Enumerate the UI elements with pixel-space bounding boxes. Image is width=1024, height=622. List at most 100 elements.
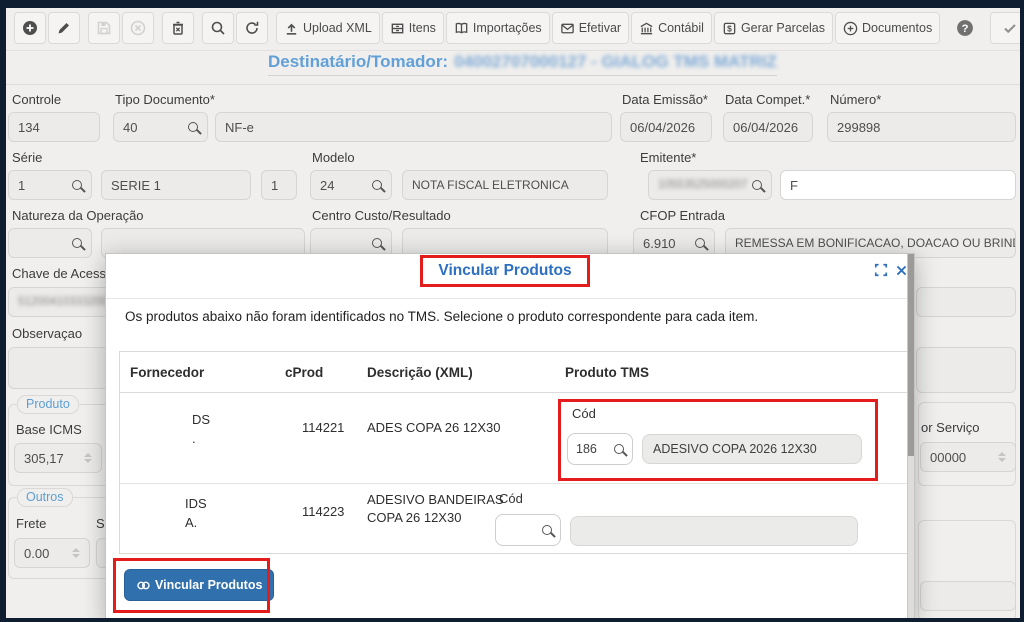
tipo-documento-label: Tipo Documento* <box>115 92 215 107</box>
expand-button[interactable] <box>872 261 890 279</box>
right-partial-field-2[interactable] <box>916 347 1016 393</box>
window-frame-bottom <box>0 618 1024 622</box>
stepper-icon[interactable] <box>72 548 80 558</box>
col-header-produto-tms: Produto TMS <box>565 365 649 380</box>
pencil-icon <box>56 20 72 36</box>
controle-field[interactable]: 134 <box>8 112 100 142</box>
delete-button[interactable] <box>162 12 194 44</box>
stepper-icon[interactable] <box>84 453 92 463</box>
col-header-cprod: cProd <box>285 365 323 380</box>
vincular-produtos-button[interactable]: Vincular Produtos <box>124 569 274 601</box>
data-emissao-label: Data Emissão* <box>622 92 708 107</box>
serie-label: Série <box>12 150 42 165</box>
tipo-documento-desc-field[interactable]: NF-e <box>215 112 612 142</box>
importacoes-button[interactable]: Importações <box>446 12 550 44</box>
save-button[interactable] <box>88 12 120 44</box>
search-icon[interactable] <box>752 180 762 190</box>
efetivar-button[interactable]: Efetivar <box>552 12 629 44</box>
documentos-button[interactable]: Documentos <box>835 12 940 44</box>
confirm-button[interactable] <box>990 12 1024 44</box>
serie-desc-field[interactable]: SERIE 1 <box>101 170 251 200</box>
data-compet-field[interactable]: 06/04/2026 <box>723 112 813 142</box>
right-partial-field-3[interactable] <box>920 581 1016 611</box>
chave-acesso-field[interactable]: 51200410333200 <box>8 287 116 317</box>
cfop-label: CFOP Entrada <box>640 208 725 223</box>
checkmark-icon <box>1002 20 1018 36</box>
data-emissao-field[interactable]: 06/04/2026 <box>620 112 712 142</box>
data-compet-label: Data Compet.* <box>725 92 810 107</box>
table-row-divider <box>120 483 908 484</box>
emitente-code-field[interactable]: 10553525000207 <box>648 170 772 200</box>
plus-circle-icon <box>22 20 38 36</box>
base-icms-field[interactable]: 305,17 <box>14 443 102 473</box>
scrollbar-thumb[interactable] <box>908 254 914 456</box>
plus-outline-icon <box>843 21 858 36</box>
modelo-code: 24 <box>320 178 334 193</box>
base-icms-value: 305,17 <box>24 451 64 466</box>
cancel-button[interactable] <box>122 12 154 44</box>
tipo-documento-code-field[interactable]: 40 <box>113 112 208 142</box>
search-icon[interactable] <box>72 238 82 248</box>
modelo-code-field[interactable]: 24 <box>310 170 392 200</box>
serie-desc: SERIE 1 <box>111 178 161 193</box>
gerar-parcelas-label: Gerar Parcelas <box>741 21 825 35</box>
vincular-produtos-modal: Vincular Produtos Os produtos abaixo não… <box>105 253 915 622</box>
gerar-parcelas-button[interactable]: $ Gerar Parcelas <box>714 12 833 44</box>
fornecedor-masked-line1: DS <box>192 410 210 429</box>
table-row-cprod: 114221 <box>302 420 344 435</box>
natureza-label: Natureza da Operação <box>12 208 144 223</box>
tipo-documento-desc: NF-e <box>225 120 254 135</box>
modal-scrollbar[interactable] <box>907 254 914 621</box>
stepper-icon[interactable] <box>998 452 1006 462</box>
produto-tms-cod-field[interactable] <box>495 514 561 546</box>
outros-legend: Outros <box>17 488 73 507</box>
serie-code-field[interactable]: 1 <box>8 170 92 200</box>
valor-servico-value: 00000 <box>930 450 966 465</box>
trash-icon <box>170 20 186 36</box>
table-row-cprod: 114223 <box>302 504 344 519</box>
produto-tms-cod-field[interactable]: 186 <box>567 433 633 465</box>
destinatario-value-masked: 04002707000127 - GIALOG TMS MATRIZ <box>454 52 777 71</box>
modelo-desc-field[interactable]: NOTA FISCAL ELETRONICA <box>402 170 608 200</box>
centro-custo-label: Centro Custo/Resultado <box>312 208 451 223</box>
col-header-descricao: Descrição (XML) <box>367 365 473 380</box>
search-icon[interactable] <box>372 238 382 248</box>
save-icon <box>96 20 112 36</box>
observacao-field[interactable] <box>8 347 116 389</box>
numero-field[interactable]: 299898 <box>827 112 1016 142</box>
search-button[interactable] <box>202 12 234 44</box>
refresh-button[interactable] <box>236 12 268 44</box>
valor-servico-field[interactable]: 00000 <box>920 442 1016 472</box>
chave-acesso-masked: 51200410333200 <box>18 296 108 308</box>
produto-legend: Produto <box>17 395 79 414</box>
search-icon[interactable] <box>695 238 705 248</box>
tipo-documento-code: 40 <box>123 120 137 135</box>
emitente-desc-field[interactable]: F <box>780 170 1016 200</box>
itens-button[interactable]: Itens <box>382 12 444 44</box>
frete-value: 0.00 <box>24 546 49 561</box>
contabil-button[interactable]: Contábil <box>631 12 712 44</box>
svg-text:?: ? <box>962 23 969 35</box>
cod-label: Cód <box>572 406 596 421</box>
add-button[interactable] <box>14 12 46 44</box>
produto-tms-desc-field[interactable]: ADESIVO COPA 2026 12X30 <box>642 434 862 464</box>
emitente-desc-masked: F <box>790 178 798 193</box>
toolbar: Upload XML Itens Importações Efetivar Co… <box>14 12 1024 44</box>
right-partial-field-1[interactable] <box>916 287 1016 317</box>
search-icon[interactable] <box>542 525 552 535</box>
upload-xml-button[interactable]: Upload XML <box>276 12 380 44</box>
modal-header-divider <box>106 298 908 299</box>
edit-button[interactable] <box>48 12 80 44</box>
search-icon[interactable] <box>372 180 382 190</box>
natureza-code-field[interactable] <box>8 228 92 258</box>
produto-tms-desc-field[interactable] <box>570 516 858 546</box>
search-icon[interactable] <box>72 180 82 190</box>
valor-servico-label: or Serviço <box>921 420 980 435</box>
cfop-code: 6.910 <box>643 236 676 251</box>
serie-extra-field[interactable]: 1 <box>261 170 297 200</box>
frete-field[interactable]: 0.00 <box>14 538 90 568</box>
search-icon[interactable] <box>188 122 198 132</box>
help-button[interactable]: ? <box>948 12 982 44</box>
search-icon[interactable] <box>614 444 624 454</box>
modal-title: Vincular Produtos <box>438 262 571 280</box>
